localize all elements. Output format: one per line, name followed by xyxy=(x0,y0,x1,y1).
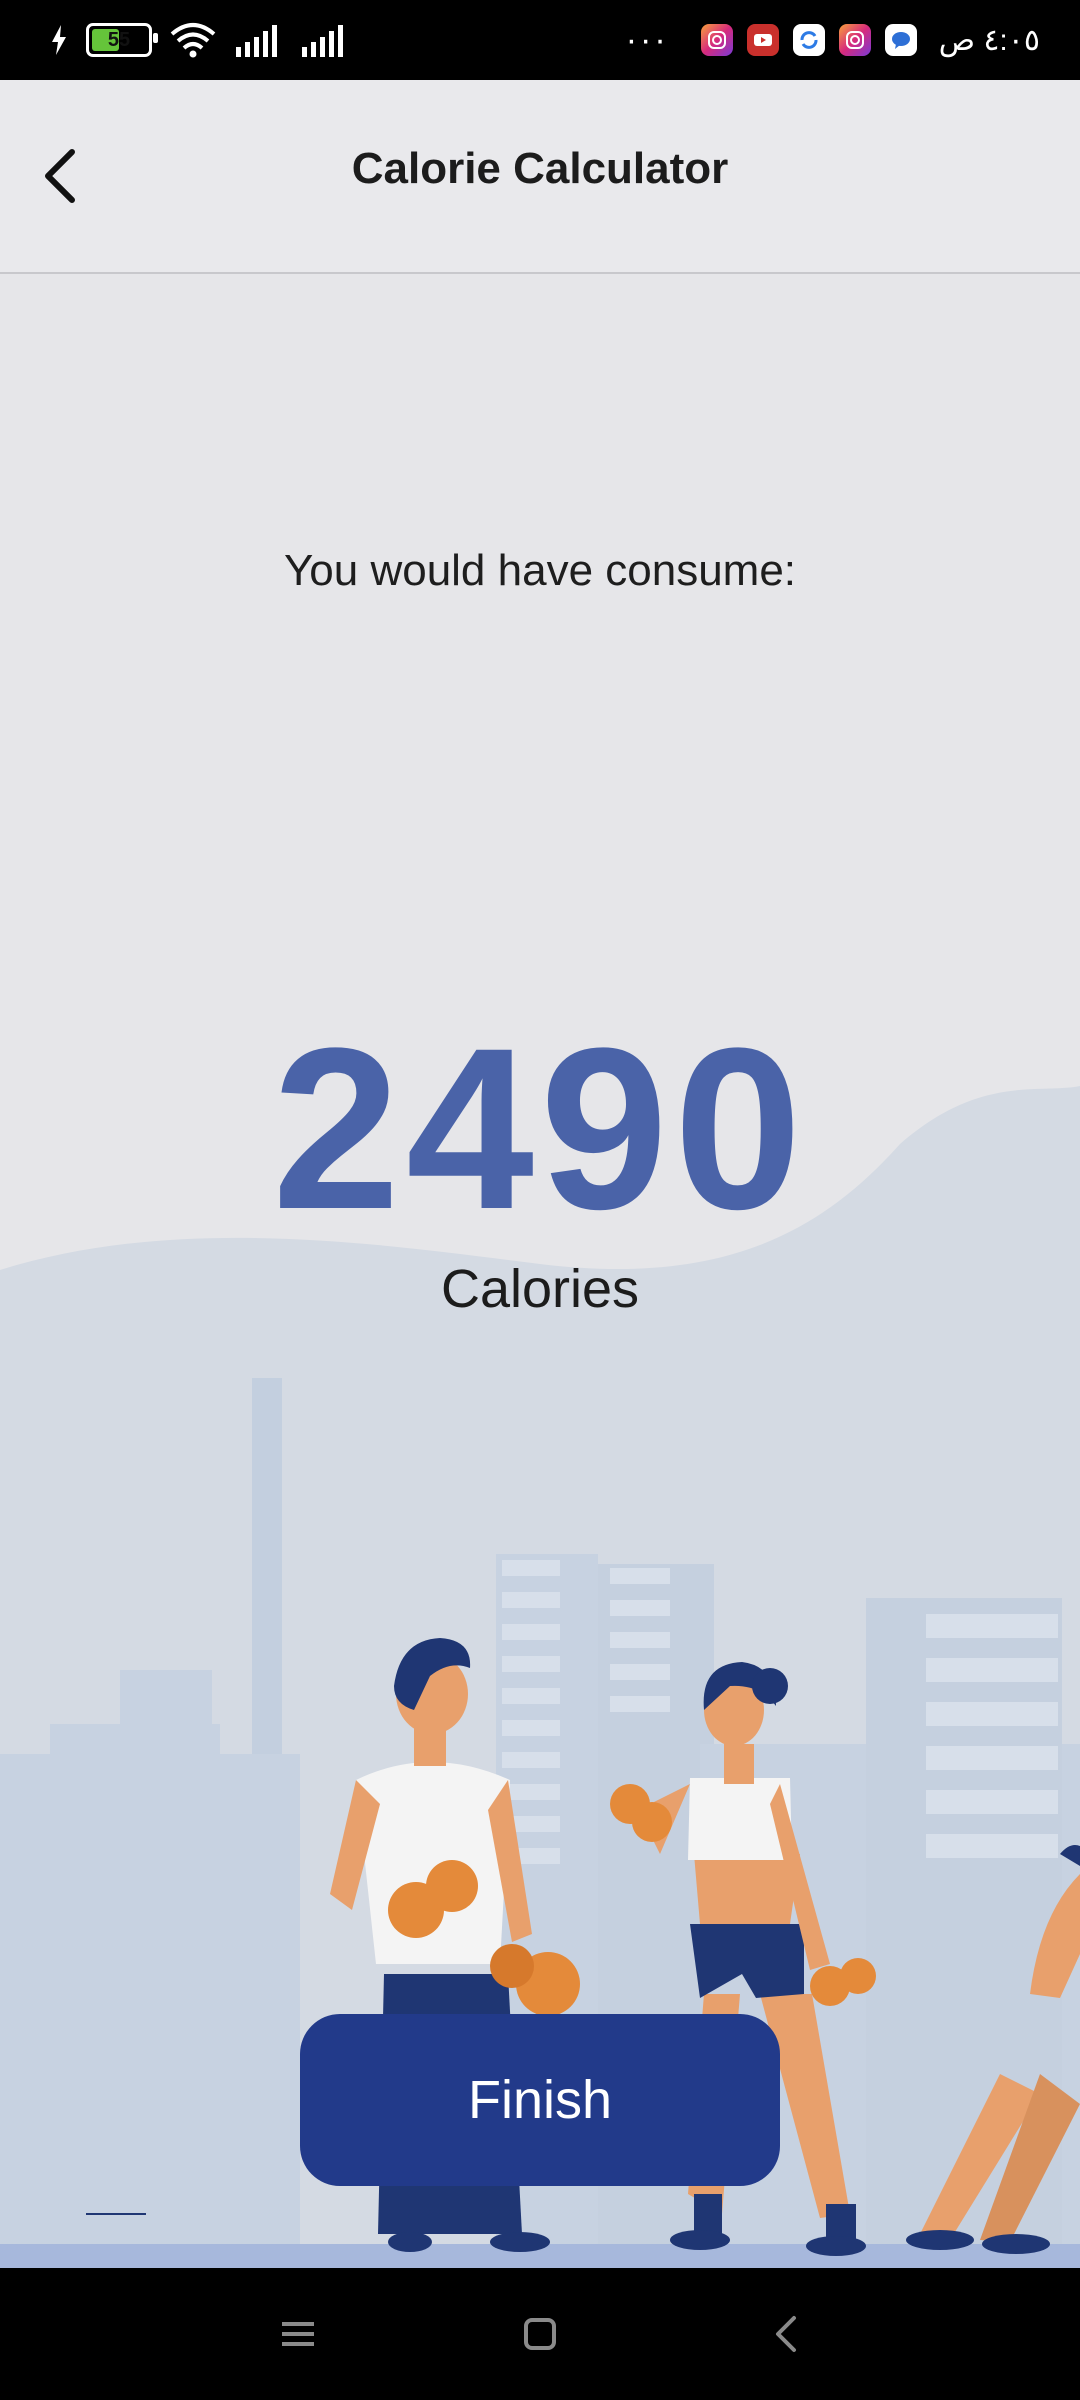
instagram-icon xyxy=(700,24,733,56)
status-left: 55 xyxy=(50,0,348,80)
finish-button[interactable]: Finish xyxy=(300,2014,780,2186)
status-right: ··· ٤:٠٥ ص xyxy=(626,0,1040,80)
result-label: You would have consume: xyxy=(283,546,797,595)
system-nav-bar xyxy=(0,2268,1080,2400)
signal-icon xyxy=(236,25,277,57)
signal-icon-2 xyxy=(302,25,343,57)
messenger-icon xyxy=(884,24,917,56)
charging-icon xyxy=(52,25,66,55)
more-notifications-icon: ··· xyxy=(625,21,669,59)
calorie-unit: Calories xyxy=(440,1259,640,1319)
app-header: Calorie Calculator xyxy=(0,80,1080,274)
result-screen: You would have consume: 2490 Calories Fi… xyxy=(0,274,1080,2268)
back-nav-icon[interactable] xyxy=(762,2308,814,2360)
calorie-value: 2490 xyxy=(272,1000,808,1257)
home-icon[interactable] xyxy=(514,2308,566,2360)
battery-icon: 55 xyxy=(86,23,158,57)
recent-apps-icon[interactable] xyxy=(272,2308,324,2360)
battery-level: 55 xyxy=(107,28,131,51)
wifi-icon xyxy=(170,23,216,58)
status-time: ٤:٠٥ ص xyxy=(938,23,1040,57)
page-title: Calorie Calculator xyxy=(351,144,729,193)
youtube-icon xyxy=(746,24,779,56)
status-bar: 55 ··· ٤:٠٥ ص xyxy=(0,0,1080,80)
instagram-icon-2 xyxy=(838,24,871,56)
sync-app-icon xyxy=(792,24,825,56)
